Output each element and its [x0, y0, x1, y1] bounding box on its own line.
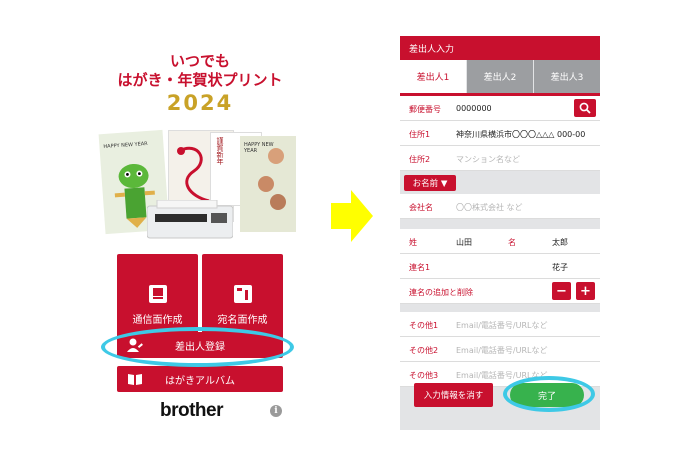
remove-joint-name-button[interactable]: −	[552, 282, 571, 300]
joint-name-controls-row: 連名の追加と削除 − +	[400, 279, 600, 304]
hero-illustration: HAPPY NEW YEAR 謹賀新年 HAPPY NEW YEAR	[98, 129, 300, 245]
section-gap	[400, 304, 600, 312]
postal-code-label: 郵便番号	[409, 105, 441, 114]
sender-input-screen: 差出人入力 差出人1 差出人2 差出人3 郵便番号 0000000 住所1 神奈…	[400, 36, 600, 430]
app-title-line1: いつでも	[169, 52, 230, 70]
other3-label: その他3	[409, 371, 439, 380]
highlight-ring-sender-button	[101, 327, 294, 367]
address-search-button[interactable]	[574, 99, 596, 117]
tab-sender-3[interactable]: 差出人3	[534, 60, 600, 93]
given-name-field[interactable]: 太郎	[552, 237, 568, 248]
brother-logo: brother	[160, 400, 224, 421]
tab-sender-1[interactable]: 差出人1	[400, 60, 466, 93]
message-side-label: 通信面作成	[132, 315, 183, 326]
app-title-year: 2024	[166, 91, 234, 115]
other1-field[interactable]: Email/電話番号/URLなど	[456, 320, 547, 331]
open-book-icon	[127, 372, 143, 389]
add-joint-name-button[interactable]: +	[576, 282, 595, 300]
photo-circle-3	[270, 194, 286, 210]
company-label: 会社名	[409, 203, 433, 212]
surname-label: 姓	[409, 238, 417, 247]
other2-field[interactable]: Email/電話番号/URLなど	[456, 345, 547, 356]
card-message-icon	[148, 285, 167, 303]
address2-row: 住所2 マンション名など	[400, 146, 600, 171]
other2-row: その他2 Email/電話番号/URLなど	[400, 337, 600, 362]
info-icon-glyph: i	[274, 406, 278, 416]
address2-label: 住所2	[409, 155, 431, 164]
tab-sender-2[interactable]: 差出人2	[467, 60, 533, 93]
other1-row: その他1 Email/電話番号/URLなど	[400, 312, 600, 337]
app-title-line2: はがき・年賀状プリント	[117, 71, 283, 89]
given-name-label: 名	[508, 238, 516, 247]
joint-name-row: 連名1 花子	[400, 254, 600, 279]
postal-code-field[interactable]: 0000000	[456, 104, 492, 113]
name-section-bar: お名前 ▼	[400, 171, 600, 194]
joint-name-label: 連名1	[409, 263, 431, 272]
address1-label: 住所1	[409, 130, 431, 139]
address2-field[interactable]: マンション名など	[456, 154, 520, 165]
postcard-album-label: はがきアルバム	[165, 375, 235, 387]
other2-label: その他2	[409, 346, 439, 355]
address-side-button[interactable]: 宛名面作成	[202, 254, 283, 335]
name-row: 姓 山田 名 太郎	[400, 229, 600, 254]
printer-illustration	[147, 200, 233, 239]
address1-row: 住所1 神奈川県横浜市〇〇〇△△△ 000-00	[400, 121, 600, 146]
surname-field[interactable]: 山田	[456, 237, 472, 248]
postcard-album-button[interactable]: はがきアルバム	[117, 366, 283, 392]
card-address-icon	[233, 285, 252, 303]
photo-circle-1	[268, 148, 284, 164]
clear-input-button[interactable]: 入力情報を消す	[414, 383, 493, 407]
other1-label: その他1	[409, 321, 439, 330]
message-side-button[interactable]: 通信面作成	[117, 254, 198, 335]
search-icon	[579, 102, 591, 114]
address-side-label: 宛名面作成	[217, 315, 268, 326]
home-screen: いつでも はがき・年賀状プリント 2024 HAPPY NEW YEAR 謹賀新…	[98, 36, 300, 430]
card-3-caption: 謹賀新年	[216, 137, 224, 165]
info-icon[interactable]: i	[270, 405, 282, 417]
joint-add-remove-label: 連名の追加と削除	[409, 288, 473, 297]
joint-name-field[interactable]: 花子	[552, 262, 568, 273]
photo-circle-2	[258, 176, 274, 192]
new-year-card-4: HAPPY NEW YEAR	[240, 136, 296, 232]
screen-header: 差出人入力	[400, 36, 600, 60]
section-gap	[400, 219, 600, 229]
postal-code-row: 郵便番号 0000000	[400, 96, 600, 121]
address1-field[interactable]: 神奈川県横浜市〇〇〇△△△ 000-00	[456, 129, 585, 140]
company-row: 会社名 〇〇株式会社 など	[400, 194, 600, 219]
highlight-ring-done-button	[503, 376, 595, 412]
name-section-toggle[interactable]: お名前 ▼	[404, 175, 456, 191]
company-field[interactable]: 〇〇株式会社 など	[456, 202, 523, 213]
right-arrow-icon	[331, 190, 373, 242]
